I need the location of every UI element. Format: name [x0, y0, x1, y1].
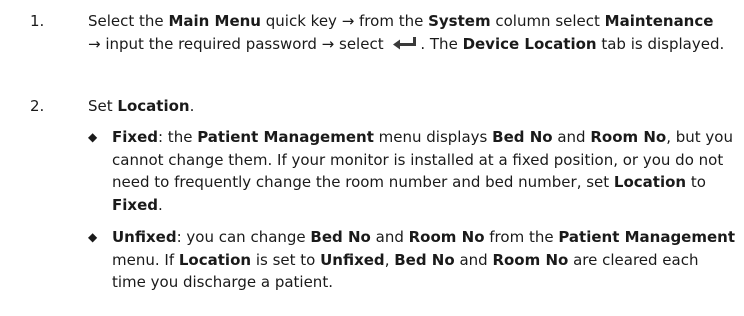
text-run: and: [370, 228, 409, 246]
text-run: menu displays: [373, 128, 493, 146]
text-run: and: [552, 128, 591, 146]
text-run: .: [189, 97, 195, 115]
term-fixed: Fixed: [112, 195, 158, 214]
text-run: from the: [484, 228, 559, 246]
ui-term-room-no: Room No: [408, 228, 485, 246]
text-run: → input the required password → select: [88, 34, 389, 53]
text-run: : you can change: [176, 228, 311, 246]
diamond-bullet-icon: ◆: [88, 130, 98, 144]
step-text: Set Location.: [88, 95, 738, 118]
text-run: and: [454, 250, 493, 269]
diamond-bullet-icon: ◆: [88, 230, 98, 244]
ui-term-device-location: Device Location: [462, 34, 597, 53]
ui-term-room-no: Room No: [492, 250, 569, 269]
text-run: is set to: [251, 250, 321, 269]
ui-term-maintenance: Maintenance: [604, 12, 714, 30]
step-text: Select the Main Menu quick key → from th…: [88, 10, 738, 55]
step-1: 1. Select the Main Menu quick key → from…: [30, 10, 730, 82]
text-run: . The: [420, 34, 463, 53]
ui-term-bed-no: Bed No: [492, 128, 553, 146]
bullet-text: Fixed: the Patient Management menu displ…: [112, 126, 737, 216]
text-run: to: [686, 173, 706, 191]
text-run: : the: [157, 128, 198, 146]
ui-term-room-no: Room No: [590, 128, 667, 146]
ui-term-patient-management: Patient Management: [558, 228, 736, 246]
step-number: 1.: [30, 12, 45, 30]
text-run: .: [157, 195, 163, 214]
ui-term-main-menu: Main Menu: [168, 12, 261, 30]
ui-term-bed-no: Bed No: [394, 250, 455, 269]
ui-term-location: Location: [613, 173, 687, 191]
term-unfixed: Unfixed: [112, 228, 177, 246]
ui-term-system: System: [428, 12, 491, 30]
ui-term-location: Location: [117, 97, 190, 115]
text-run: ,: [384, 250, 395, 269]
step-number: 2.: [30, 97, 45, 115]
text-run: Select the: [88, 12, 169, 30]
ui-term-patient-management: Patient Management: [197, 128, 374, 146]
ui-term-location: Location: [178, 250, 252, 269]
bullet-text: Unfixed: you can change Bed No and Room …: [112, 226, 737, 294]
step-2: 2. Set Location.: [30, 95, 730, 119]
term-fixed: Fixed: [112, 128, 158, 146]
text-run: tab is displayed.: [596, 34, 725, 53]
text-run: menu. If: [112, 250, 179, 269]
text-run: quick key → from the: [261, 12, 429, 30]
text-run: Set: [88, 97, 118, 115]
term-unfixed: Unfixed: [320, 250, 385, 269]
enter-return-icon: [392, 35, 418, 50]
text-run: column select: [490, 12, 605, 30]
ui-term-bed-no: Bed No: [310, 228, 371, 246]
